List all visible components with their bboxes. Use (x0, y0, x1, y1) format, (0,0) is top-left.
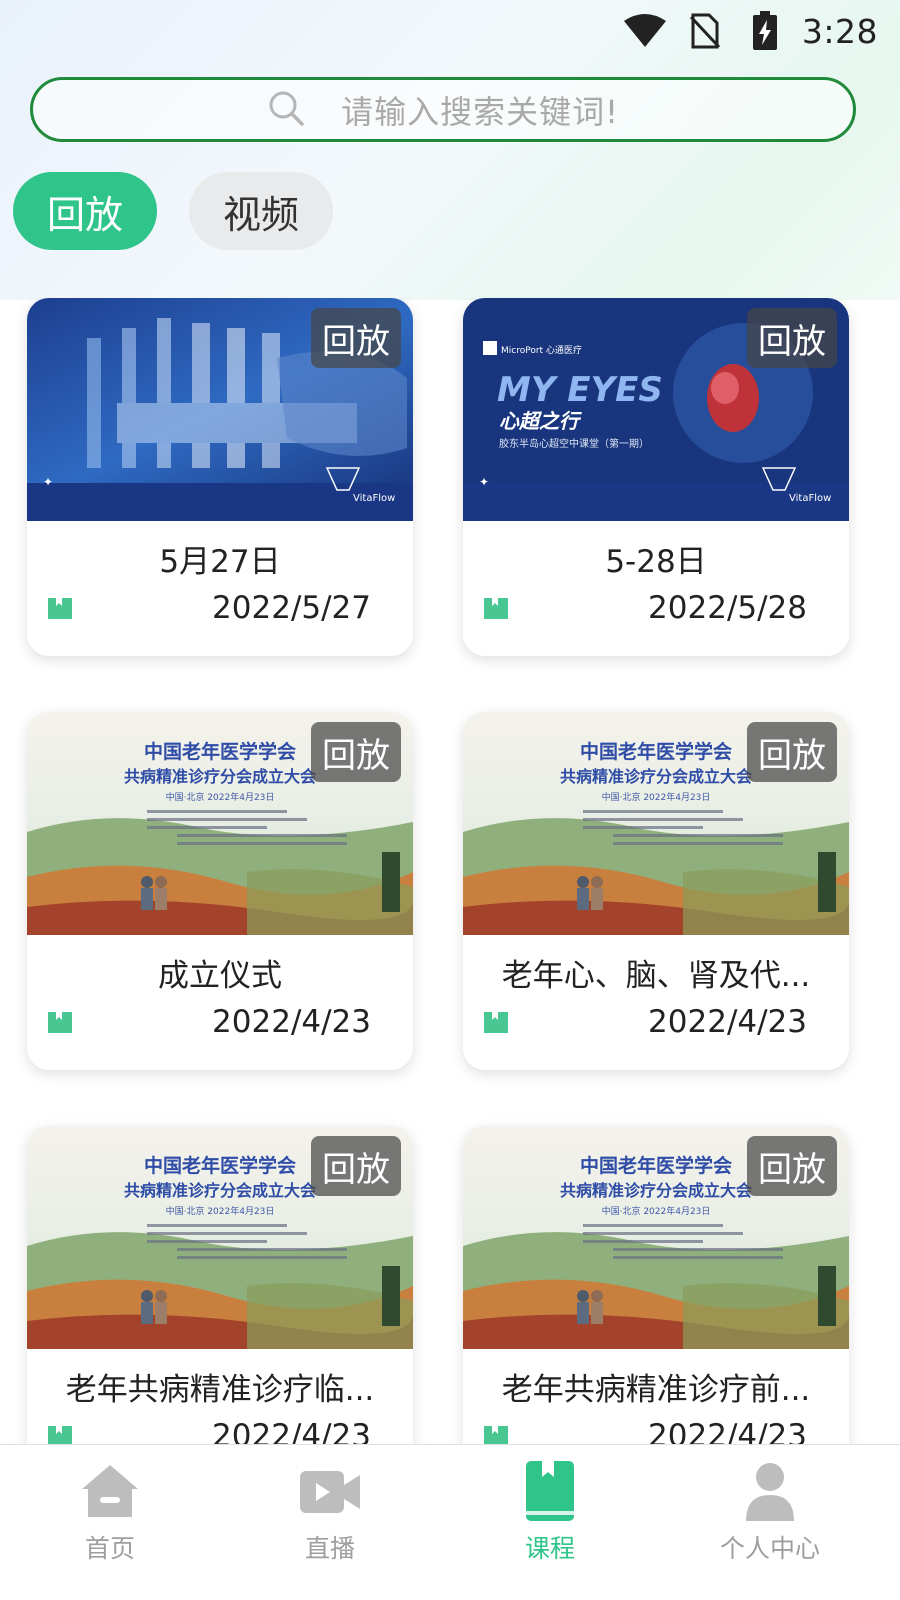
svg-text:中国·北京 2022年4月23日: 中国·北京 2022年4月23日 (166, 1205, 275, 1217)
course-card[interactable]: 中国老年医学学会 共病精准诊疗分会成立大会 中国·北京 2022年4月23日 回… (463, 712, 849, 1070)
card-meta: 2022/4/23 (47, 1414, 371, 1446)
svg-text:中国老年医学学会: 中国老年医学学会 (580, 740, 732, 763)
svg-text:✦: ✦ (43, 475, 53, 489)
nav-item-course[interactable]: 课程 (440, 1445, 660, 1600)
svg-text:中国·北京 2022年4月23日: 中国·北京 2022年4月23日 (166, 791, 275, 803)
replay-badge: 回放 (311, 1136, 401, 1196)
search-icon (267, 89, 305, 131)
search-input[interactable]: 请输入搜索关键词! (30, 77, 856, 142)
svg-text:VitaFlow: VitaFlow (353, 493, 395, 504)
book-icon (48, 1426, 72, 1446)
battery-charging-icon (742, 11, 788, 51)
card-meta: 2022/5/28 (483, 586, 807, 630)
svg-text:VitaFlow: VitaFlow (789, 493, 831, 504)
nav-label: 首页 (84, 1534, 135, 1563)
svg-text:MicroPort 心通医疗: MicroPort 心通医疗 (501, 344, 582, 356)
card-date: 2022/4/23 (648, 1418, 807, 1446)
course-card[interactable]: ✦ VitaFlow 回放 5月27日 2022/5/27 (27, 298, 413, 656)
course-grid: ✦ VitaFlow 回放 5月27日 2022/5/27 MicroPort … (0, 298, 900, 1446)
tab-replay[interactable]: 回放 (13, 172, 157, 250)
book-icon (484, 598, 508, 619)
live-video-icon (300, 1471, 360, 1513)
course-card[interactable]: 中国老年医学学会 共病精准诊疗分会成立大会 中国·北京 2022年4月23日 回… (27, 1126, 413, 1446)
replay-badge: 回放 (747, 308, 837, 368)
wifi-icon (622, 11, 668, 51)
user-icon (746, 1463, 794, 1521)
bottom-nav: 首页 直播 课程 个人中心 (0, 1444, 900, 1600)
card-title: 5-28日 (605, 544, 707, 580)
nav-label: 课程 (524, 1534, 575, 1563)
course-card[interactable]: 中国老年医学学会 共病精准诊疗分会成立大会 中国·北京 2022年4月23日 回… (463, 1126, 849, 1446)
course-card[interactable]: 中国老年医学学会 共病精准诊疗分会成立大会 中国·北京 2022年4月23日 回… (27, 712, 413, 1070)
card-meta: 2022/5/27 (47, 586, 371, 630)
card-title: 5月27日 (159, 544, 281, 580)
replay-badge: 回放 (311, 722, 401, 782)
search-placeholder: 请输入搜索关键词! (341, 92, 619, 131)
card-title: 老年共病精准诊疗临... (65, 1372, 375, 1408)
nav-label: 直播 (304, 1534, 355, 1563)
svg-text:中国老年医学学会: 中国老年医学学会 (144, 1154, 296, 1177)
svg-text:中国·北京 2022年4月23日: 中国·北京 2022年4月23日 (602, 1205, 711, 1217)
svg-text:✦: ✦ (479, 475, 489, 489)
card-title: 老年共病精准诊疗前... (501, 1372, 811, 1408)
book-icon (484, 1426, 508, 1446)
svg-text:共病精准诊疗分会成立大会: 共病精准诊疗分会成立大会 (560, 767, 752, 786)
card-date: 2022/4/23 (648, 1004, 807, 1040)
no-sim-icon (682, 11, 728, 51)
card-meta: 2022/4/23 (483, 1414, 807, 1446)
card-date: 2022/5/27 (212, 590, 371, 626)
card-meta: 2022/4/23 (483, 1000, 807, 1044)
card-title: 成立仪式 (158, 958, 282, 994)
book-icon (484, 1012, 508, 1033)
home-icon (82, 1465, 138, 1517)
card-date: 2022/4/23 (212, 1418, 371, 1446)
nav-item-live[interactable]: 直播 (220, 1445, 440, 1600)
course-card[interactable]: MicroPort 心通医疗 MY EYES 心超之行 胶东半岛心超空中课堂（第… (463, 298, 849, 656)
svg-text:共病精准诊疗分会成立大会: 共病精准诊疗分会成立大会 (124, 767, 316, 786)
card-date: 2022/5/28 (648, 590, 807, 626)
status-time: 3:28 (801, 11, 878, 51)
book-icon (48, 598, 72, 619)
svg-text:心超之行: 心超之行 (499, 409, 582, 433)
svg-text:共病精准诊疗分会成立大会: 共病精准诊疗分会成立大会 (124, 1181, 316, 1200)
card-date: 2022/4/23 (212, 1004, 371, 1040)
replay-badge: 回放 (747, 1136, 837, 1196)
svg-text:中国老年医学学会: 中国老年医学学会 (580, 1154, 732, 1177)
replay-badge: 回放 (747, 722, 837, 782)
book-icon (48, 1012, 72, 1033)
replay-badge: 回放 (311, 308, 401, 368)
svg-text:胶东半岛心超空中课堂（第一期）: 胶东半岛心超空中课堂（第一期） (499, 437, 649, 450)
svg-text:MY EYES: MY EYES (497, 370, 663, 410)
tab-video[interactable]: 视频 (189, 172, 333, 250)
course-book-icon (526, 1461, 574, 1521)
svg-text:中国·北京 2022年4月23日: 中国·北京 2022年4月23日 (602, 791, 711, 803)
card-title: 老年心、脑、肾及代... (501, 958, 811, 994)
nav-item-profile[interactable]: 个人中心 (660, 1445, 880, 1600)
card-meta: 2022/4/23 (47, 1000, 371, 1044)
nav-item-home[interactable]: 首页 (0, 1445, 220, 1600)
svg-text:共病精准诊疗分会成立大会: 共病精准诊疗分会成立大会 (560, 1181, 752, 1200)
status-bar: 3:28 (0, 0, 900, 62)
svg-text:中国老年医学学会: 中国老年医学学会 (144, 740, 296, 763)
nav-label: 个人中心 (719, 1534, 820, 1563)
